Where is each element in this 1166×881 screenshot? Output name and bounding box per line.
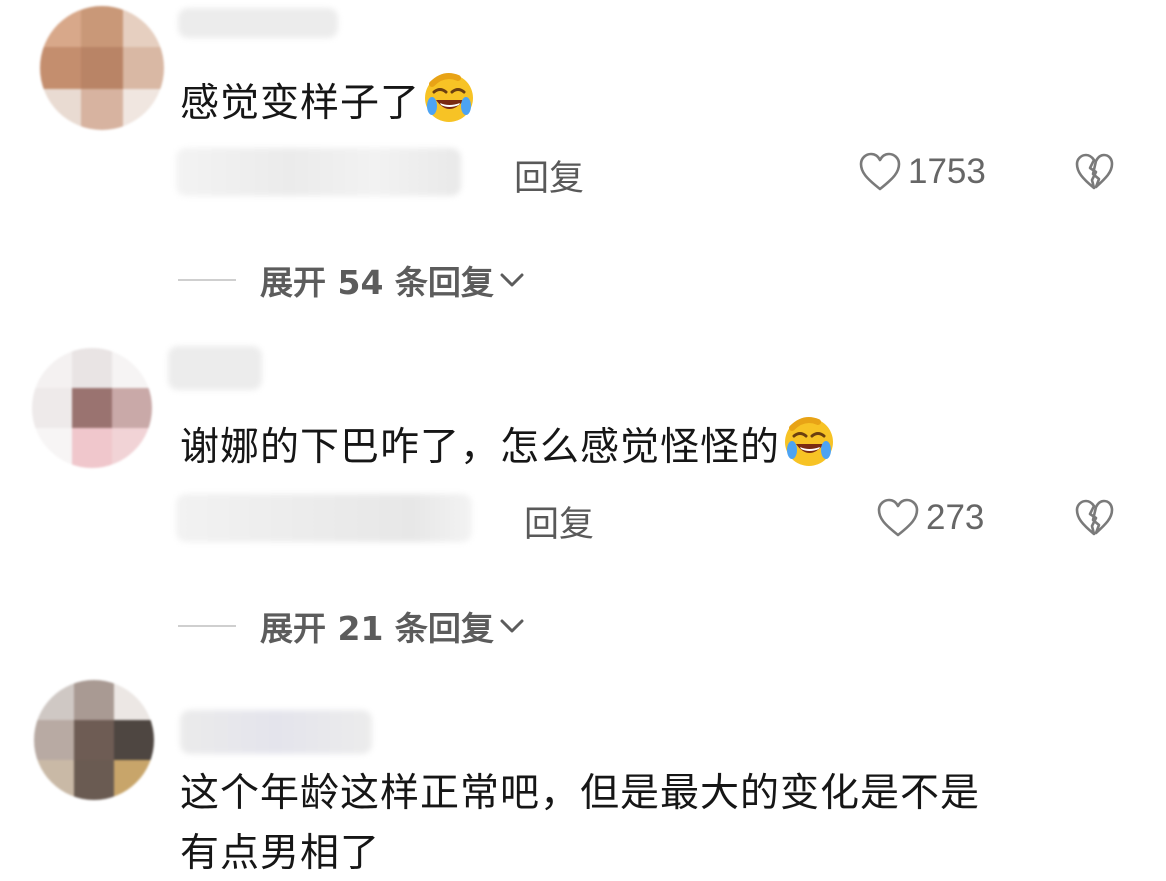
comment-meta — [176, 494, 472, 542]
comment-list: 感觉变样子了 回复 1753 展开 54 条回复 谢娜的下巴咋了，怎么感觉怪怪的… — [0, 0, 1166, 881]
username[interactable] — [178, 8, 338, 38]
chevron-down-icon — [500, 273, 524, 287]
comment-body: 谢娜的下巴咋了，怎么感觉怪怪的 — [180, 425, 781, 470]
comment-body-line-2: 有点男相了 — [180, 831, 381, 876]
avatar[interactable] — [32, 348, 152, 468]
divider-line — [178, 279, 236, 281]
avatar[interactable] — [40, 6, 164, 130]
expand-replies-label: 展开 21 条回复 — [260, 609, 494, 648]
expand-replies-label: 展开 54 条回复 — [260, 263, 494, 302]
comment-body-line-1: 这个年龄这样正常吧，但是最大的变化是不是 — [180, 771, 981, 816]
laughing-tears-emoji-icon — [785, 417, 834, 466]
expand-replies-button[interactable]: 展开 21 条回复 — [178, 602, 526, 650]
heart-outline-icon — [859, 152, 901, 191]
username[interactable] — [180, 710, 372, 754]
reply-button[interactable]: 回复 — [514, 150, 584, 201]
comment-text: 感觉变样子了 — [180, 70, 476, 132]
broken-heart-icon[interactable] — [1074, 499, 1114, 537]
reply-button[interactable]: 回复 — [524, 496, 594, 547]
like-count: 273 — [926, 498, 985, 537]
avatar[interactable] — [34, 680, 154, 800]
like-button[interactable]: 1753 — [858, 152, 986, 192]
chevron-down-icon — [500, 619, 524, 633]
expand-replies-button[interactable]: 展开 54 条回复 — [178, 256, 526, 304]
username[interactable] — [168, 346, 262, 390]
like-count: 1753 — [908, 152, 986, 191]
broken-heart-icon[interactable] — [1074, 153, 1114, 191]
heart-outline-icon — [877, 498, 919, 537]
like-button[interactable]: 273 — [876, 498, 984, 538]
comment-text: 这个年龄这样正常吧，但是最大的变化是不是 有点男相了 — [180, 764, 980, 881]
laughing-tears-emoji-icon — [425, 73, 474, 122]
divider-line — [178, 625, 236, 627]
comment-text: 谢娜的下巴咋了，怎么感觉怪怪的 — [180, 414, 836, 476]
comment-meta — [176, 148, 461, 196]
comment-body: 感觉变样子了 — [180, 81, 421, 126]
